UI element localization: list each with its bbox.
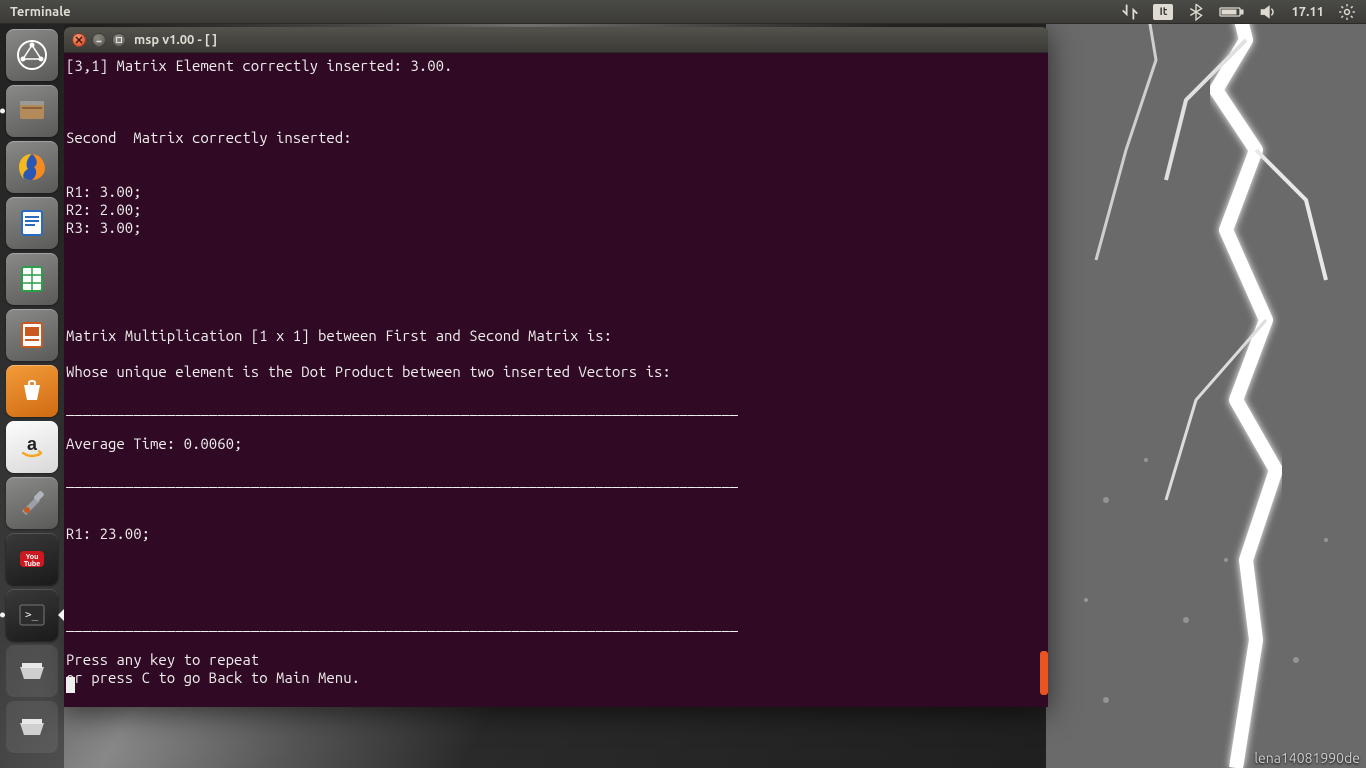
term-line: R2: 2.00; <box>66 201 142 218</box>
term-line: R3: 3.00; <box>66 219 142 236</box>
term-line: ________________________________________… <box>66 471 738 488</box>
launcher-dash[interactable] <box>6 29 58 81</box>
launcher-software-center[interactable] <box>6 365 58 417</box>
top-panel: Terminale It 17.11 <box>0 0 1366 24</box>
term-line: [3,1] Matrix Element correctly inserted:… <box>66 57 452 74</box>
window-titlebar[interactable]: msp v1.00 - [ ] <box>64 27 1048 53</box>
watermark-text: lena14081990de <box>1254 750 1360 766</box>
close-button[interactable] <box>72 33 86 47</box>
launcher-impress[interactable] <box>6 309 58 361</box>
svg-text:Tube: Tube <box>24 561 40 568</box>
terminal-scrollbar[interactable] <box>1040 651 1048 695</box>
launcher-firefox[interactable] <box>6 141 58 193</box>
svg-text:>_: >_ <box>25 608 39 621</box>
term-line: Second Matrix correctly inserted: <box>66 129 352 146</box>
terminal-body[interactable]: [3,1] Matrix Element correctly inserted:… <box>64 53 1048 707</box>
svg-text:You: You <box>26 554 39 561</box>
term-line: R1: 23.00; <box>66 525 150 542</box>
term-line: or press C to go Back to Main Menu. <box>66 669 360 686</box>
system-tray: It 17.11 <box>1121 3 1366 21</box>
launcher-youtube[interactable]: YouTube <box>6 533 58 585</box>
launcher-calc[interactable] <box>6 253 58 305</box>
launcher-files[interactable] <box>6 85 58 137</box>
launcher-device-1[interactable] <box>6 645 58 697</box>
term-line: Press any key to repeat <box>66 651 259 668</box>
term-line: ________________________________________… <box>66 399 738 416</box>
launcher-amazon[interactable]: a <box>6 421 58 473</box>
launcher: a YouTube >_ <box>0 24 64 768</box>
term-line: Matrix Multiplication [1 x 1] between Fi… <box>66 327 612 344</box>
active-app-title[interactable]: Terminale <box>0 5 81 19</box>
bluetooth-icon[interactable] <box>1187 3 1205 21</box>
battery-icon[interactable] <box>1219 3 1245 21</box>
term-line: Average Time: 0.0060; <box>66 435 242 452</box>
launcher-terminal[interactable]: >_ <box>6 589 58 641</box>
terminal-cursor <box>66 677 75 693</box>
svg-text:a: a <box>27 434 38 454</box>
minimize-button[interactable] <box>92 33 106 47</box>
launcher-writer[interactable] <box>6 197 58 249</box>
launcher-device-2[interactable] <box>6 701 58 753</box>
volume-icon[interactable] <box>1259 3 1277 21</box>
term-line: R1: 3.00; <box>66 183 142 200</box>
clock[interactable]: 17.11 <box>1291 5 1324 19</box>
launcher-settings[interactable] <box>6 477 58 529</box>
term-line: ________________________________________… <box>66 615 738 632</box>
maximize-button[interactable] <box>112 33 126 47</box>
terminal-window: msp v1.00 - [ ] [3,1] Matrix Element cor… <box>64 27 1048 707</box>
term-line: Whose unique element is the Dot Product … <box>66 363 671 380</box>
keyboard-layout-indicator[interactable]: It <box>1153 4 1173 20</box>
window-controls <box>72 33 126 47</box>
network-icon[interactable] <box>1121 3 1139 21</box>
gear-icon[interactable] <box>1338 3 1356 21</box>
window-title: msp v1.00 - [ ] <box>134 33 217 47</box>
